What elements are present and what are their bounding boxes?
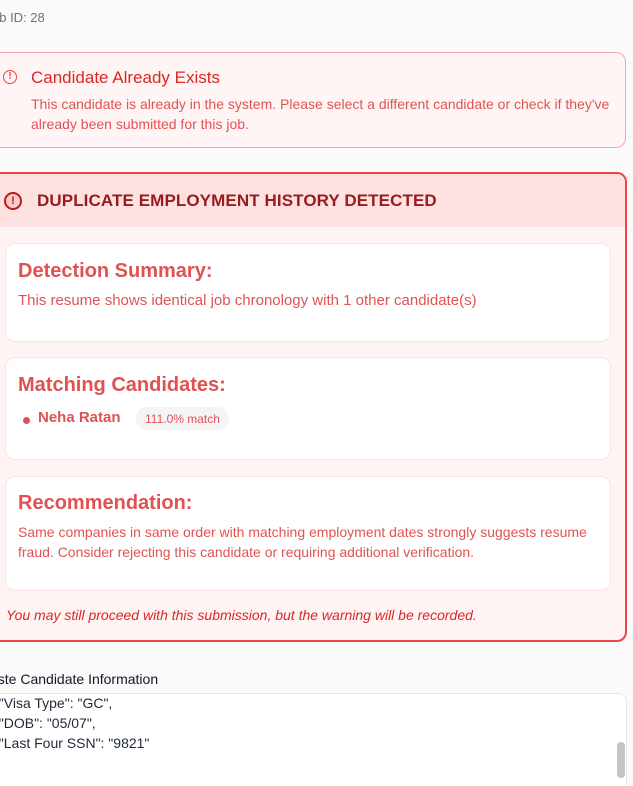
matching-candidate-name[interactable]: Neha Ratan [38, 409, 121, 426]
alert-circle-icon: ! [4, 192, 22, 210]
candidate-exists-alert: ! Candidate Already Exists This candidat… [0, 52, 626, 148]
duplicate-panel-header: ! DUPLICATE EMPLOYMENT HISTORY DETECTED [0, 174, 625, 227]
duplicate-panel-title: DUPLICATE EMPLOYMENT HISTORY DETECTED [37, 191, 437, 210]
paste-line: "Last Four SSN": "9821" [0, 735, 150, 751]
alert-message: This candidate is already in the system.… [31, 96, 610, 132]
textarea-scrollbar[interactable] [617, 742, 625, 778]
match-percent-badge: 111.0% match [136, 407, 229, 430]
detection-summary-text: This resume shows identical job chronolo… [18, 292, 477, 309]
alert-circle-icon: ! [3, 70, 17, 84]
matching-candidates-title: Matching Candidates: [18, 374, 226, 396]
recommendation-text: Same companies in same order with matchi… [18, 524, 587, 560]
matching-candidates-card: Matching Candidates: Neha Ratan 111.0% m… [5, 357, 611, 460]
paste-line: "DOB": "05/07", [0, 715, 96, 731]
recommendation-card: Recommendation: Same companies in same o… [5, 476, 611, 591]
detection-summary-title: Detection Summary: [18, 260, 213, 282]
alert-title: Candidate Already Exists [31, 68, 220, 87]
paste-line: "Visa Type": "GC", [0, 695, 113, 711]
proceed-warning-note: You may still proceed with this submissi… [6, 607, 477, 623]
detection-summary-card: Detection Summary: This resume shows ide… [5, 243, 611, 342]
bullet-icon [23, 417, 30, 424]
recommendation-title: Recommendation: [18, 492, 193, 514]
job-id-label: ob ID: 28 [0, 10, 45, 25]
paste-candidate-label: aste Candidate Information [0, 671, 159, 687]
duplicate-history-panel: ! DUPLICATE EMPLOYMENT HISTORY DETECTED … [0, 172, 627, 642]
paste-candidate-textarea[interactable]: "Visa Type": "GC", "DOB": "05/07", "Last… [0, 693, 627, 786]
